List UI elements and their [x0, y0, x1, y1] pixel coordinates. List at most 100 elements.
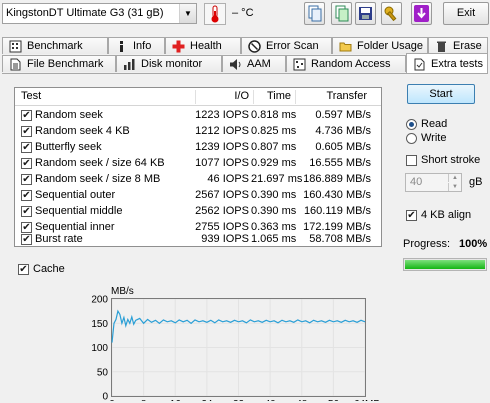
chevron-down-icon[interactable]: ▼	[179, 4, 196, 23]
chart-x-tick-label: 32	[233, 399, 245, 401]
column-header-test[interactable]: Test	[21, 88, 41, 106]
table-row[interactable]: ✔ Random seek / size 64 KB 1077 IOPS 0.9…	[15, 155, 381, 171]
row-transfer: 160.430 MB/s	[303, 189, 371, 201]
progress-bar	[403, 258, 487, 271]
chart-y-tick-label: 100	[91, 343, 108, 354]
tab-random-access[interactable]: Random Access	[286, 55, 406, 72]
column-header-transfer[interactable]: Transfer	[295, 88, 367, 106]
tab-extra-tests-label: Extra tests	[431, 58, 483, 70]
chart-y-tick-label: 50	[97, 367, 109, 378]
tab-benchmark-label: Benchmark	[27, 40, 83, 52]
table-row[interactable]: ✔ Butterfly seek 1239 IOPS 0.807 ms 0.60…	[15, 139, 381, 155]
random-access-icon	[293, 58, 306, 71]
stroke-size-value: 40	[410, 176, 423, 188]
health-cross-icon	[172, 40, 185, 53]
row-test-name: Random seek / size 64 KB	[35, 157, 165, 169]
row-checkbox[interactable]: ✔	[21, 142, 32, 153]
copy-image-icon	[335, 5, 349, 22]
row-transfer: 160.119 MB/s	[303, 205, 371, 217]
tab-error-scan[interactable]: Error Scan	[241, 37, 332, 54]
chart-x-tick-label: 64MB	[354, 399, 380, 401]
row-test-name: Sequential outer	[35, 189, 116, 201]
progress-percent: 100%	[459, 238, 488, 250]
download-button[interactable]	[411, 2, 432, 25]
copy-image-button[interactable]	[331, 2, 352, 25]
tab-aam-label: AAM	[247, 58, 271, 70]
exit-button[interactable]: Exit	[443, 2, 489, 25]
row-test-name: Random seek / size 8 MB	[35, 173, 161, 185]
tab-info[interactable]: Info	[108, 37, 165, 54]
tab-file-benchmark[interactable]: File Benchmark	[2, 55, 116, 72]
start-button[interactable]: Start	[407, 84, 475, 104]
table-row[interactable]: ✔ Sequential outer 2567 IOPS 0.390 ms 16…	[15, 187, 381, 203]
row-io: 1223 IOPS	[195, 109, 249, 121]
drive-select-value: KingstonDT Ultimate G3 (31 gB)	[6, 7, 164, 19]
align-checkbox[interactable]: ✔	[406, 210, 417, 221]
row-io: 46 IOPS	[207, 173, 249, 185]
progress-fill	[405, 260, 485, 269]
row-checkbox[interactable]: ✔	[21, 174, 32, 185]
tab-folder-usage[interactable]: Folder Usage	[332, 37, 428, 54]
save-button[interactable]	[355, 2, 376, 25]
radio-selected-dot	[409, 122, 414, 127]
row-time: 0.390 ms	[251, 189, 297, 201]
stroke-size-spinner[interactable]: 40 ▲ ▼	[405, 173, 462, 192]
temperature-readout: – °C	[232, 7, 254, 19]
tab-extra-tests[interactable]: Extra tests	[406, 53, 488, 73]
read-label: Read	[421, 118, 448, 130]
tab-aam[interactable]: AAM	[222, 55, 286, 72]
table-row[interactable]: ✔ Random seek / size 8 MB 46 IOPS 21.697…	[15, 171, 381, 187]
short-stroke-checkbox[interactable]	[406, 155, 417, 166]
chart-x-axis: 0 8 16 24 32 40 48 56 64MB	[109, 399, 380, 401]
tab-benchmark[interactable]: Benchmark	[2, 37, 108, 54]
chart-x-tick-label: 16	[170, 399, 182, 401]
results-table[interactable]: Test I/O Time Transfer ✔ Random seek 122…	[14, 87, 382, 247]
copy-text-button[interactable]	[304, 2, 325, 25]
row-transfer: 58.708 MB/s	[309, 233, 371, 245]
tab-erase[interactable]: Erase	[428, 37, 488, 54]
toolbar: KingstonDT Ultimate G3 (31 gB) ▼ – °C Ex…	[0, 0, 490, 29]
read-radio[interactable]	[406, 119, 417, 130]
table-row[interactable]: ✔ Random seek 1223 IOPS 0.818 ms 0.597 M…	[15, 107, 381, 123]
monitor-chart-icon	[124, 59, 135, 70]
table-row[interactable]: ✔ Random seek 4 KB 1212 IOPS 0.825 ms 4.…	[15, 123, 381, 139]
tab-file-benchmark-label: File Benchmark	[27, 58, 104, 70]
write-radio[interactable]	[406, 133, 417, 144]
row-checkbox[interactable]: ✔	[21, 126, 32, 137]
options-button[interactable]	[381, 2, 402, 25]
wrench-icon	[384, 6, 397, 22]
tab-health-label: Health	[190, 40, 222, 52]
chart-y-unit-label: MB/s	[111, 286, 134, 297]
row-io: 1239 IOPS	[195, 141, 249, 153]
tab-disk-monitor-label: Disk monitor	[141, 58, 203, 70]
row-test-name: Butterfly seek	[35, 141, 102, 153]
table-row[interactable]: ✔ Burst rate 939 IOPS 1.065 ms 58.708 MB…	[15, 231, 381, 247]
row-checkbox[interactable]: ✔	[21, 190, 32, 201]
tab-panel-border	[2, 73, 488, 74]
spin-down-icon[interactable]: ▼	[448, 183, 461, 191]
row-checkbox[interactable]: ✔	[21, 206, 32, 217]
chart-y-tick-label: 150	[91, 319, 108, 330]
drive-select[interactable]: KingstonDT Ultimate G3 (31 gB) ▼	[2, 3, 197, 24]
spin-up-icon[interactable]: ▲	[448, 174, 461, 182]
trash-icon	[437, 41, 446, 52]
cache-label: Cache	[33, 263, 65, 275]
copy-text-icon	[308, 5, 322, 22]
row-io: 1212 IOPS	[195, 125, 249, 137]
row-checkbox[interactable]: ✔	[21, 234, 32, 245]
row-transfer: 16.555 MB/s	[309, 157, 371, 169]
table-row[interactable]: ✔ Sequential middle 2562 IOPS 0.390 ms 1…	[15, 203, 381, 219]
download-icon	[414, 5, 429, 22]
column-header-time[interactable]: Time	[253, 88, 291, 106]
tab-disk-monitor[interactable]: Disk monitor	[116, 55, 222, 72]
row-checkbox[interactable]: ✔	[21, 158, 32, 169]
column-header-io[interactable]: I/O	[195, 88, 249, 106]
tab-folder-usage-label: Folder Usage	[357, 40, 424, 52]
row-time: 21.697 ms	[251, 173, 303, 185]
info-icon	[120, 41, 123, 52]
chart-y-tick-label: 200	[91, 295, 108, 306]
tab-info-label: Info	[133, 40, 152, 52]
row-checkbox[interactable]: ✔	[21, 110, 32, 121]
cache-checkbox[interactable]: ✔	[18, 264, 29, 275]
tab-health[interactable]: Health	[165, 37, 241, 54]
